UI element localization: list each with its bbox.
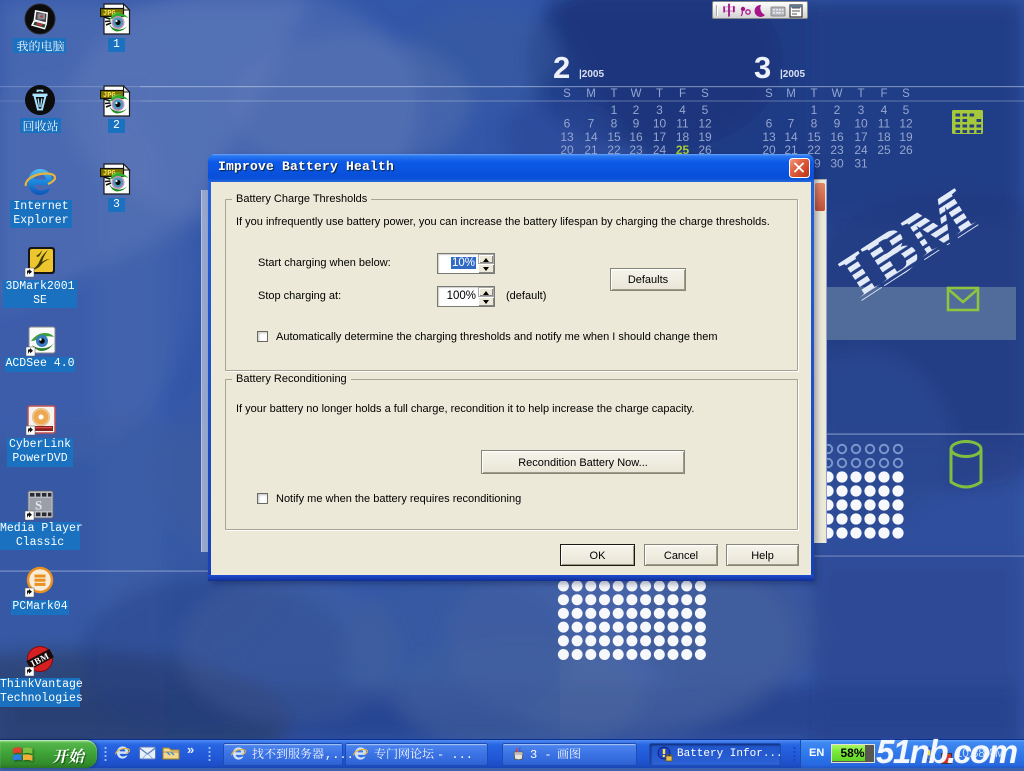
- svg-text:6: 6: [766, 117, 773, 131]
- svg-text:S: S: [35, 498, 42, 513]
- svg-text:19: 19: [698, 130, 712, 144]
- svg-text:14: 14: [784, 130, 798, 144]
- svg-text:18: 18: [877, 130, 891, 144]
- svg-text:W: W: [832, 88, 843, 100]
- svg-text:16: 16: [629, 130, 643, 144]
- svg-text:1: 1: [811, 103, 818, 117]
- svg-text:W: W: [631, 88, 642, 100]
- svg-text:T: T: [857, 88, 864, 100]
- svg-text:2: 2: [553, 50, 570, 85]
- svg-text:8: 8: [611, 117, 618, 131]
- svg-text:M: M: [586, 88, 596, 100]
- svg-text:T: T: [610, 88, 617, 100]
- svg-text:M: M: [786, 88, 796, 100]
- svg-text:S: S: [765, 88, 773, 100]
- svg-text:S: S: [902, 88, 910, 100]
- svg-text:11: 11: [676, 117, 689, 131]
- svg-text:26: 26: [899, 143, 913, 157]
- svg-text:10: 10: [854, 117, 868, 131]
- svg-text:12: 12: [698, 117, 712, 131]
- svg-text:7: 7: [788, 117, 795, 131]
- svg-text:18: 18: [676, 130, 690, 144]
- svg-text:13: 13: [560, 130, 574, 144]
- svg-text:5: 5: [702, 103, 709, 117]
- svg-text:4: 4: [881, 103, 888, 117]
- svg-text:F: F: [880, 88, 887, 100]
- svg-text:10: 10: [653, 117, 667, 131]
- svg-text:11: 11: [878, 117, 891, 131]
- svg-text:19: 19: [899, 130, 913, 144]
- svg-text:30: 30: [830, 157, 844, 171]
- svg-text:S: S: [701, 88, 709, 100]
- svg-text:5: 5: [903, 103, 910, 117]
- svg-text:2: 2: [834, 103, 841, 117]
- svg-text:9: 9: [834, 117, 841, 131]
- svg-text:T: T: [810, 88, 817, 100]
- svg-text:17: 17: [854, 130, 868, 144]
- svg-text:15: 15: [807, 130, 821, 144]
- svg-text:4: 4: [679, 103, 686, 117]
- svg-text:2: 2: [633, 103, 640, 117]
- svg-text:25: 25: [877, 143, 891, 157]
- svg-text:23: 23: [830, 143, 844, 157]
- svg-text:17: 17: [653, 130, 667, 144]
- svg-text:13: 13: [762, 130, 776, 144]
- svg-text:T: T: [656, 88, 663, 100]
- svg-text:F: F: [679, 88, 686, 100]
- svg-text:3: 3: [656, 103, 663, 117]
- svg-text:1: 1: [611, 103, 618, 117]
- svg-text:14: 14: [584, 130, 598, 144]
- svg-text:S: S: [563, 88, 571, 100]
- svg-text:24: 24: [854, 143, 868, 157]
- svg-text:16: 16: [830, 130, 844, 144]
- svg-text:|2005: |2005: [579, 69, 604, 80]
- svg-text:9: 9: [633, 117, 640, 131]
- svg-text:3: 3: [754, 50, 771, 85]
- svg-text:31: 31: [854, 157, 868, 171]
- svg-text:15: 15: [607, 130, 621, 144]
- svg-text:7: 7: [588, 117, 595, 131]
- svg-text:6: 6: [564, 117, 571, 131]
- svg-text:3: 3: [858, 103, 865, 117]
- svg-text:|2005: |2005: [780, 69, 805, 80]
- svg-text:8: 8: [811, 117, 818, 131]
- svg-text:12: 12: [899, 117, 913, 131]
